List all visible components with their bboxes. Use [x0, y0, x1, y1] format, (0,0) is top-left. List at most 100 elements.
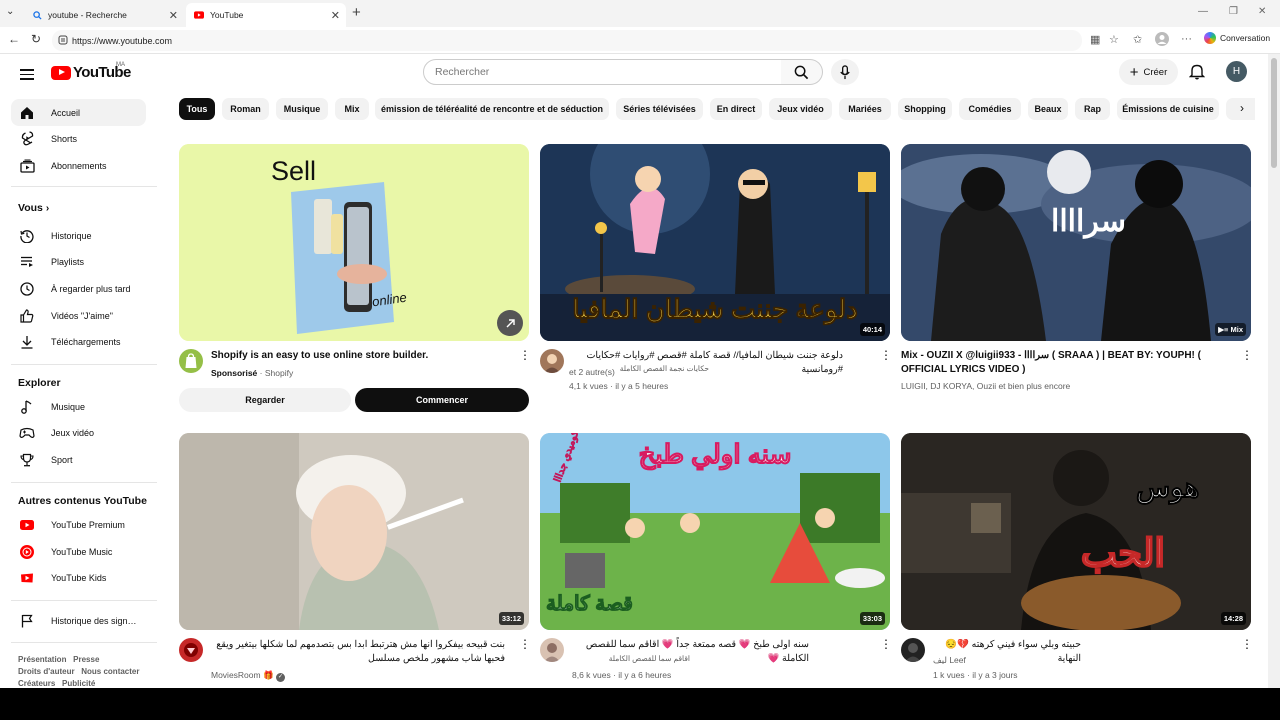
sidebar-item-watch-later[interactable]: À regarder plus tard — [11, 275, 146, 302]
watch-button[interactable]: Regarder — [179, 388, 351, 412]
chip[interactable]: Musique — [276, 98, 328, 120]
video-thumbnail[interactable]: سنه اولي طبخ قصة كاملة كوميدي جدااا 33:0… — [540, 433, 890, 630]
sidebar-item-shorts[interactable]: Shorts — [11, 125, 146, 152]
sidebar-item-report-history[interactable]: Historique des sign… — [11, 607, 146, 634]
browser-tab-search[interactable]: youtube - Recherche ✕ — [24, 3, 184, 27]
more-actions-icon[interactable]: ⋮ — [1241, 638, 1253, 650]
more-actions-icon[interactable]: ⋮ — [519, 349, 531, 361]
channel-avatar[interactable] — [901, 638, 925, 662]
minimize-icon[interactable]: — — [1198, 6, 1208, 17]
footer-link[interactable]: Nous contacter — [81, 667, 139, 676]
notifications-bell-icon[interactable] — [1188, 63, 1206, 85]
footer-link[interactable]: Droits d'auteur — [18, 667, 75, 676]
chip[interactable]: Mix — [335, 98, 369, 120]
chip-all[interactable]: Tous — [179, 98, 215, 120]
sidebar-item-music[interactable]: Musique — [11, 393, 146, 420]
footer-links-row-2: Droits d'auteur Nous contacter — [18, 667, 139, 676]
sidebar-item-history[interactable]: Historique — [11, 222, 146, 249]
chip[interactable]: Émissions de cuisine — [1117, 98, 1219, 120]
more-options-icon[interactable]: ··· — [1181, 33, 1192, 45]
sidebar-item-gaming[interactable]: Jeux vidéo — [11, 419, 146, 446]
chip[interactable]: Mariées — [839, 98, 891, 120]
video-thumbnail[interactable]: هوس الحب 14:28 — [901, 433, 1251, 630]
footer-link[interactable]: Présentation — [18, 655, 66, 664]
chip[interactable]: Jeux vidéo — [769, 98, 832, 120]
chevron-right-icon[interactable]: › — [1240, 101, 1244, 115]
channel-name[interactable]: اقاقم سما للقصص الكاملة — [560, 652, 690, 666]
voice-search-button[interactable] — [831, 59, 859, 85]
favorite-star-icon[interactable]: ☆ — [1109, 33, 1119, 46]
chip[interactable]: Roman — [222, 98, 269, 120]
chip[interactable]: Shopping — [898, 98, 952, 120]
close-tab-icon[interactable]: ✕ — [169, 9, 178, 22]
apps-icon[interactable]: ▦ — [1090, 33, 1100, 46]
chip[interactable]: Comédies — [959, 98, 1021, 120]
copilot-conversation-button[interactable]: Conversation — [1204, 32, 1270, 44]
search-input[interactable]: Rechercher — [423, 59, 782, 85]
url-field[interactable]: https://www.youtube.com — [52, 30, 1082, 51]
new-tab-icon[interactable]: + — [352, 4, 361, 21]
channel-name[interactable]: LUIGII, DJ KORYA, Ouzii et bien plus enc… — [901, 379, 1070, 393]
chip[interactable]: Beaux — [1028, 98, 1068, 120]
video-title[interactable]: بنت قبيحه بيفكروا انها مش هترتبط ابدا بس… — [207, 638, 505, 666]
sidebar-item-label: À regarder plus tard — [51, 283, 131, 294]
tab-list-chevron-icon[interactable]: ⌄ — [6, 6, 14, 17]
channel-avatar[interactable] — [179, 638, 203, 662]
video-thumbnail[interactable]: دلوعة جننت شيطان المافيا 40:14 — [540, 144, 890, 341]
more-actions-icon[interactable]: ⋮ — [880, 349, 892, 361]
channel-avatar[interactable] — [540, 349, 564, 373]
video-thumbnail[interactable]: 33:12 — [179, 433, 529, 630]
sidebar-item-downloads[interactable]: Téléchargements — [11, 328, 146, 355]
more-actions-icon[interactable]: ⋮ — [880, 638, 892, 650]
scrollbar-thumb[interactable] — [1271, 58, 1277, 168]
advertiser-avatar[interactable] — [179, 349, 203, 373]
sidebar-item-playlists[interactable]: Playlists — [11, 248, 146, 275]
footer-link[interactable]: Publicité — [62, 679, 95, 688]
avatar[interactable]: H — [1226, 61, 1247, 82]
favorites-icon[interactable]: ✩ — [1133, 33, 1142, 46]
chip[interactable]: Rap — [1075, 98, 1110, 120]
sidebar-item-subscriptions[interactable]: Abonnements — [11, 152, 146, 179]
channel-name[interactable]: MoviesRoom — [211, 670, 261, 680]
back-arrow-icon[interactable]: ← — [8, 32, 20, 46]
channel-name[interactable]: ليف Leef — [933, 653, 966, 667]
advertiser-name[interactable]: Shopify — [265, 368, 293, 378]
chip[interactable]: Séries télévisées — [616, 98, 703, 120]
youtube-logo[interactable]: YouTube MA — [51, 62, 131, 81]
sidebar-item-youtube-music[interactable]: YouTube Music — [11, 538, 146, 565]
sidebar-item-sports[interactable]: Sport — [11, 446, 146, 473]
start-button[interactable]: Commencer — [355, 388, 529, 412]
divider — [11, 600, 157, 601]
sidebar-item-youtube-premium[interactable]: YouTube Premium — [11, 511, 146, 538]
sidebar-item-home[interactable]: Accueil — [11, 99, 146, 126]
menu-icon[interactable] — [20, 66, 34, 83]
copilot-icon — [1204, 32, 1216, 44]
chip[interactable]: En direct — [710, 98, 762, 120]
sidebar-item-youtube-kids[interactable]: YouTube Kids — [11, 564, 146, 591]
video-thumbnail[interactable]: سراااا ▶︎≡ Mix — [901, 144, 1251, 341]
sidebar-item-liked-videos[interactable]: Vidéos "J'aime" — [11, 302, 146, 329]
video-thumb-text: سراااا — [1051, 205, 1127, 238]
you-heading[interactable]: Vous › — [18, 202, 49, 214]
external-link-icon[interactable] — [497, 310, 523, 336]
create-button[interactable]: + Créer — [1119, 59, 1178, 85]
page-scrollbar[interactable] — [1268, 54, 1280, 688]
reload-icon[interactable]: ↻ — [31, 32, 41, 46]
close-window-icon[interactable]: ✕ — [1258, 6, 1266, 17]
close-tab-icon[interactable]: ✕ — [331, 9, 340, 22]
maximize-icon[interactable]: ❐ — [1229, 6, 1238, 17]
footer-link[interactable]: Presse — [73, 655, 99, 664]
footer-links-row-3: Créateurs Publicité — [18, 679, 95, 688]
more-actions-icon[interactable]: ⋮ — [1241, 349, 1253, 361]
ad-thumbnail[interactable]: Sell online — [179, 144, 529, 341]
browser-tab-youtube[interactable]: YouTube ✕ — [186, 3, 346, 27]
ad-title[interactable]: Shopify is an easy to use online store b… — [211, 349, 513, 363]
video-title[interactable]: Mix - OUZII X @luigii933 - سراااا ( SRAA… — [901, 349, 1211, 377]
chip[interactable]: émission de téléréalité de rencontre et … — [375, 98, 609, 120]
channel-extra[interactable]: et 2 autre(s) — [569, 365, 615, 379]
more-actions-icon[interactable]: ⋮ — [519, 638, 531, 650]
site-info-icon[interactable] — [58, 35, 68, 47]
profile-icon[interactable] — [1155, 32, 1169, 49]
search-button[interactable] — [781, 59, 823, 85]
footer-link[interactable]: Créateurs — [18, 679, 55, 688]
